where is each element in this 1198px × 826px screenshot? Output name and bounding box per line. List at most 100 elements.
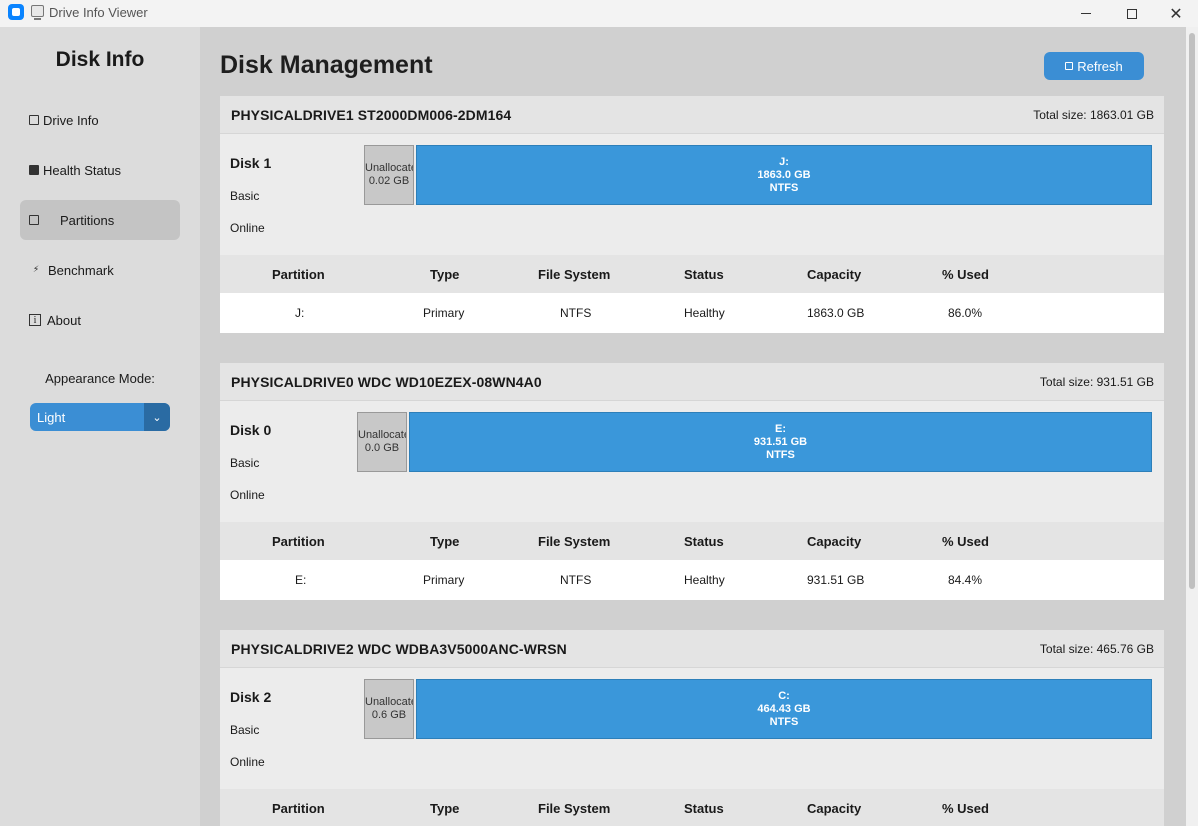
sidebar-item-label: About [47,312,81,328]
column-header: Partition [272,267,325,282]
unallocated-segment[interactable]: Unallocated 0.02 GB [364,145,414,205]
table-cell: NTFS [560,573,592,587]
column-header: Type [430,534,460,549]
partition-letter: J: [779,156,789,168]
refresh-icon [1065,62,1074,70]
scroll-thumb[interactable] [1189,33,1195,589]
column-header: Type [430,267,460,282]
page-title: Disk Management [220,51,433,79]
partition-table-header: Partition Type File System Status Capaci… [220,522,1164,560]
sidebar-item-partitions[interactable]: Partitions [20,200,180,240]
partition-size: 931.51 GB [753,436,808,448]
drive-name: PHYSICALDRIVE1 ST2000DM006-2DM164 [231,107,512,123]
column-header: Partition [272,534,325,549]
unallocated-segment[interactable]: Unallocated 0.0 GB [357,412,407,472]
disk-status: Online [230,488,265,502]
column-header: File System [538,267,611,282]
unallocated-size: 0.02 GB [368,175,410,187]
sidebar-item-drive-info[interactable]: Drive Info [20,100,180,140]
main-content: Disk Management Refresh PHYSICALDRIVE1 S… [200,27,1186,826]
partition-size: 1863.0 GB [757,169,811,181]
disk-label: Disk 0 [230,422,272,438]
appearance-mode-select[interactable]: Light ⌄ [30,403,170,431]
partition-segment[interactable]: C: 464.43 GB NTFS [416,679,1152,739]
table-cell: 84.4% [948,573,983,587]
minimize-button[interactable] [1063,0,1109,27]
table-cell: 86.0% [948,306,983,320]
window-title: Drive Info Viewer [49,5,148,20]
partition-fs: NTFS [769,182,799,194]
disk-status: Online [230,221,265,235]
refresh-label: Refresh [1077,58,1123,74]
column-header: File System [538,534,611,549]
disk-card: PHYSICALDRIVE0 WDC WD10EZEX-08WN4A0 Tota… [220,363,1164,600]
total-size: Total size: 1863.01 GB [1033,108,1154,122]
table-row[interactable]: J: Primary NTFS Healthy 1863.0 GB 86.0% [220,293,1164,333]
column-header: Capacity [807,267,862,282]
column-header: Status [684,534,724,549]
unallocated-label: Unallocated [358,429,406,441]
unallocated-label: Unallocated [365,696,413,708]
partition-segment[interactable]: E: 931.51 GB NTFS [409,412,1152,472]
sidebar: Disk Info Drive Info Health Status Parti… [0,27,200,826]
unallocated-size: 0.6 GB [371,709,407,721]
table-cell: Primary [423,573,465,587]
table-cell: 931.51 GB [807,573,865,587]
column-header: Capacity [807,534,862,549]
unallocated-label: Unallocated [365,162,413,174]
appearance-mode-value: Light [37,409,66,425]
column-header: Status [684,267,724,282]
appearance-mode-label: Appearance Mode: [45,371,155,386]
close-button[interactable]: ✕ [1153,0,1198,27]
column-header: Capacity [807,801,862,816]
minimize-icon [1081,13,1091,14]
lightning-icon: ⚡ [32,265,40,275]
drive-name: PHYSICALDRIVE0 WDC WD10EZEX-08WN4A0 [231,374,542,390]
total-size: Total size: 931.51 GB [1039,375,1154,389]
table-cell: Healthy [684,573,725,587]
disk-label: Disk 2 [230,689,272,705]
partition-table-header: Partition Type File System Status Capaci… [220,255,1164,293]
partitions-icon [29,215,39,225]
disk-type: Basic [230,456,260,470]
sidebar-item-benchmark[interactable]: ⚡ Benchmark [20,250,180,290]
chevron-down-icon[interactable]: ⌄ [144,403,170,431]
sidebar-item-label: Benchmark [48,262,114,278]
disk-header: PHYSICALDRIVE2 WDC WDBA3V5000ANC-WRSN To… [220,630,1164,668]
sidebar-item-about[interactable]: i About [20,300,180,340]
partition-fs: NTFS [769,716,799,728]
sidebar-brand: Disk Info [55,48,145,71]
column-header: Partition [272,801,325,816]
disk-header: PHYSICALDRIVE1 ST2000DM006-2DM164 Total … [220,96,1164,134]
disk-card: PHYSICALDRIVE2 WDC WDBA3V5000ANC-WRSN To… [220,630,1164,826]
disk-status: Online [230,755,265,769]
sidebar-item-label: Health Status [43,162,122,178]
column-header: Status [684,801,724,816]
table-cell: NTFS [560,306,592,320]
disk-label: Disk 1 [230,155,272,171]
total-size: Total size: 465.76 GB [1039,642,1154,656]
computer-icon [31,5,44,20]
title-bar: Drive Info Viewer ✕ [0,0,1198,27]
sidebar-item-health-status[interactable]: Health Status [20,150,180,190]
scrollbar[interactable] [1186,27,1198,826]
table-row[interactable]: E: Primary NTFS Healthy 931.51 GB 84.4% [220,560,1164,600]
close-icon: ✕ [1169,4,1183,23]
table-cell: Primary [423,306,465,320]
partition-table-header: Partition Type File System Status Capaci… [220,789,1164,826]
column-header: % Used [942,534,989,549]
column-header: File System [538,801,611,816]
column-header: % Used [942,801,989,816]
table-cell: Healthy [684,306,725,320]
health-icon [29,165,39,175]
unallocated-segment[interactable]: Unallocated 0.6 GB [364,679,414,739]
partition-segment[interactable]: J: 1863.0 GB NTFS [416,145,1152,205]
info-icon: i [29,314,41,326]
disk-type: Basic [230,189,260,203]
sidebar-item-label: Partitions [60,212,115,228]
table-cell: J: [295,306,305,320]
refresh-button[interactable]: Refresh [1044,52,1144,80]
disk-type: Basic [230,723,260,737]
maximize-button[interactable] [1109,0,1155,27]
disk-card: PHYSICALDRIVE1 ST2000DM006-2DM164 Total … [220,96,1164,333]
